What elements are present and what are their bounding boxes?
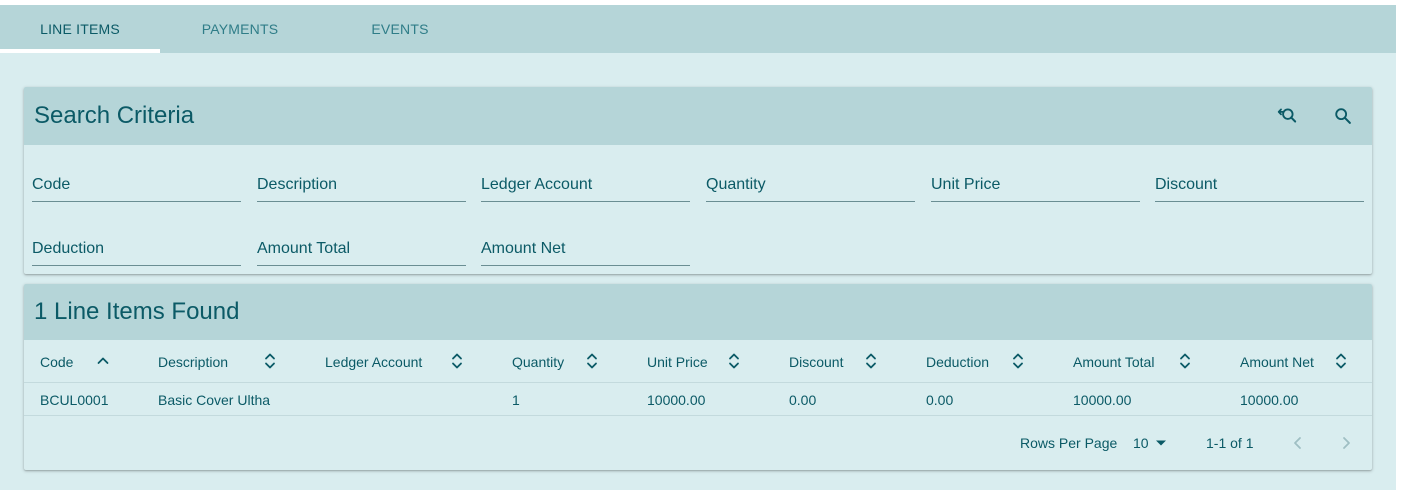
cell-amount-net: 10000.00 <box>1240 391 1299 408</box>
tab-payments[interactable]: PAYMENTS <box>160 5 320 53</box>
column-header-discount[interactable]: Discount <box>789 340 843 383</box>
cell-quantity: 1 <box>512 391 520 408</box>
previous-page-button[interactable] <box>1284 429 1312 457</box>
amount-total-field[interactable]: Amount Total <box>257 232 466 266</box>
dropdown-arrow-icon <box>1155 440 1166 446</box>
chevron-left-icon <box>1294 437 1301 449</box>
cell-description: Basic Cover Ultha <box>158 391 271 408</box>
discount-field[interactable]: Discount <box>1155 168 1364 202</box>
table-row[interactable]: BCUL0001 Basic Cover Ultha 1 10000.00 0.… <box>24 383 1372 416</box>
column-header-description[interactable]: Description <box>158 340 228 383</box>
results-title: 1 Line Items Found <box>34 298 240 325</box>
app-window: LINE ITEMS PAYMENTS EVENTS Search Criter… <box>0 5 1396 490</box>
amount-net-field[interactable]: Amount Net <box>481 232 690 266</box>
quantity-field[interactable]: Quantity <box>706 168 915 202</box>
sort-unsorted-icon[interactable] <box>583 350 601 372</box>
cell-deduction: 0.00 <box>926 391 954 408</box>
column-header-deduction[interactable]: Deduction <box>926 340 989 383</box>
tab-line-items[interactable]: LINE ITEMS <box>0 5 160 53</box>
unit-price-field[interactable]: Unit Price <box>931 168 1140 202</box>
rows-per-page-label: Rows Per Page <box>1020 435 1118 451</box>
search-criteria-header: Search Criteria <box>24 87 1372 145</box>
tab-bar: LINE ITEMS PAYMENTS EVENTS <box>0 5 1396 53</box>
sort-ascending-icon[interactable] <box>94 350 112 372</box>
column-header-ledger-account[interactable]: Ledger Account <box>325 340 422 383</box>
pagination-range: 1-1 of 1 <box>1206 435 1254 451</box>
search-icon[interactable] <box>1329 102 1357 130</box>
column-header-amount-total[interactable]: Amount Total <box>1073 340 1154 383</box>
sort-unsorted-icon[interactable] <box>1009 350 1027 372</box>
cell-code: BCUL0001 <box>40 391 109 408</box>
column-header-code[interactable]: Code <box>40 340 73 383</box>
table-footer: Rows Per Page 10 1-1 of 1 <box>24 416 1372 470</box>
sort-unsorted-icon[interactable] <box>1176 350 1194 372</box>
column-header-unit-price[interactable]: Unit Price <box>647 340 708 383</box>
deduction-field[interactable]: Deduction <box>32 232 241 266</box>
description-field[interactable]: Description <box>257 168 466 202</box>
chevron-right-icon <box>1343 437 1350 449</box>
table-header: Code Description Ledger Account Quantity… <box>24 340 1372 383</box>
sort-unsorted-icon[interactable] <box>1332 350 1350 372</box>
results-card: 1 Line Items Found Code Description Ledg… <box>24 284 1372 470</box>
sort-unsorted-icon[interactable] <box>261 350 279 372</box>
cell-unit-price: 10000.00 <box>647 391 706 408</box>
tab-events[interactable]: EVENTS <box>320 5 480 53</box>
cell-amount-total: 10000.00 <box>1073 391 1132 408</box>
rows-per-page-value: 10 <box>1133 435 1149 451</box>
column-header-amount-net[interactable]: Amount Net <box>1240 340 1314 383</box>
column-header-quantity[interactable]: Quantity <box>512 340 564 383</box>
search-criteria-card: Search Criteria Code Description Ledger … <box>24 87 1372 274</box>
cell-discount: 0.00 <box>789 391 817 408</box>
sort-unsorted-icon[interactable] <box>725 350 743 372</box>
next-page-button[interactable] <box>1332 429 1360 457</box>
rows-per-page-select[interactable]: 10 <box>1133 430 1167 456</box>
ledger-account-field[interactable]: Ledger Account <box>481 168 690 202</box>
search-reset-icon[interactable] <box>1272 102 1300 130</box>
results-header: 1 Line Items Found <box>24 284 1372 340</box>
sort-unsorted-icon[interactable] <box>448 350 466 372</box>
sort-unsorted-icon[interactable] <box>862 350 880 372</box>
code-field[interactable]: Code <box>32 168 241 202</box>
search-criteria-title: Search Criteria <box>34 102 195 129</box>
